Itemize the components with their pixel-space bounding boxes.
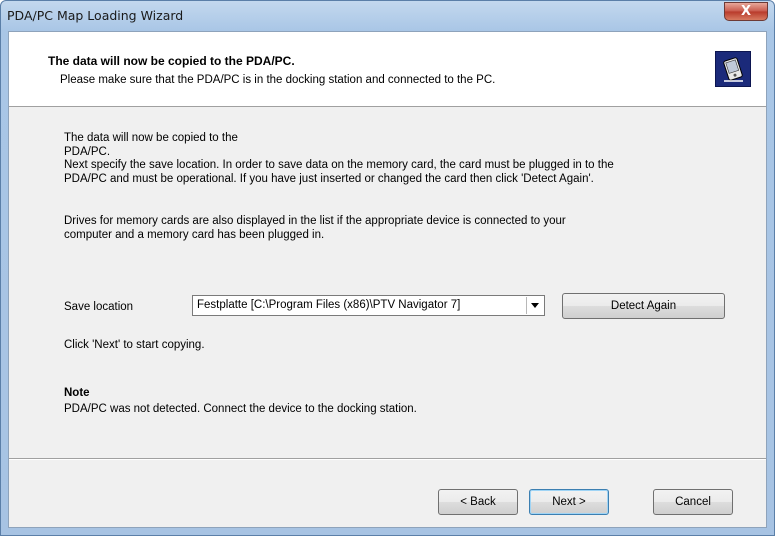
intro-line-4: PDA/PC and must be operational. If you h… [64,173,594,185]
intro-line-1: The data will now be copied to the [64,132,238,144]
intro-line-2: PDA/PC. [64,146,111,158]
close-button[interactable]: X [724,2,768,21]
note-title: Note [64,387,90,399]
header-title: The data will now be copied to the PDA/P… [48,54,295,68]
dropdown-arrow-icon[interactable] [526,297,543,314]
drives-line-1: Drives for memory cards are also display… [64,215,566,227]
title-bar[interactable]: PDA/PC Map Loading Wizard X [1,1,774,31]
footer-divider [9,458,766,460]
wizard-window: PDA/PC Map Loading Wizard X The data wil… [0,0,775,536]
cancel-button[interactable]: Cancel [653,489,733,515]
note-text: PDA/PC was not detected. Connect the dev… [64,403,417,415]
next-hint-text: Click 'Next' to start copying. [64,339,205,351]
wizard-client-area: The data will now be copied to the PDA/P… [8,31,767,528]
save-location-value: Festplatte [C:\Program Files (x86)\PTV N… [197,299,461,311]
close-icon: X [740,4,752,19]
pda-device-icon [715,51,751,87]
header-subtitle: Please make sure that the PDA/PC is in t… [60,74,496,86]
save-location-select[interactable]: Festplatte [C:\Program Files (x86)\PTV N… [192,295,545,316]
next-button[interactable]: Next > [529,489,609,515]
detect-again-button[interactable]: Detect Again [562,293,725,319]
window-title: PDA/PC Map Loading Wizard [7,8,184,23]
save-location-label: Save location [64,301,134,313]
back-button[interactable]: < Back [438,489,518,515]
drives-line-2: computer and a memory card has been plug… [64,229,325,241]
intro-line-3: Next specify the save location. In order… [64,159,614,171]
wizard-header: The data will now be copied to the PDA/P… [9,32,766,107]
